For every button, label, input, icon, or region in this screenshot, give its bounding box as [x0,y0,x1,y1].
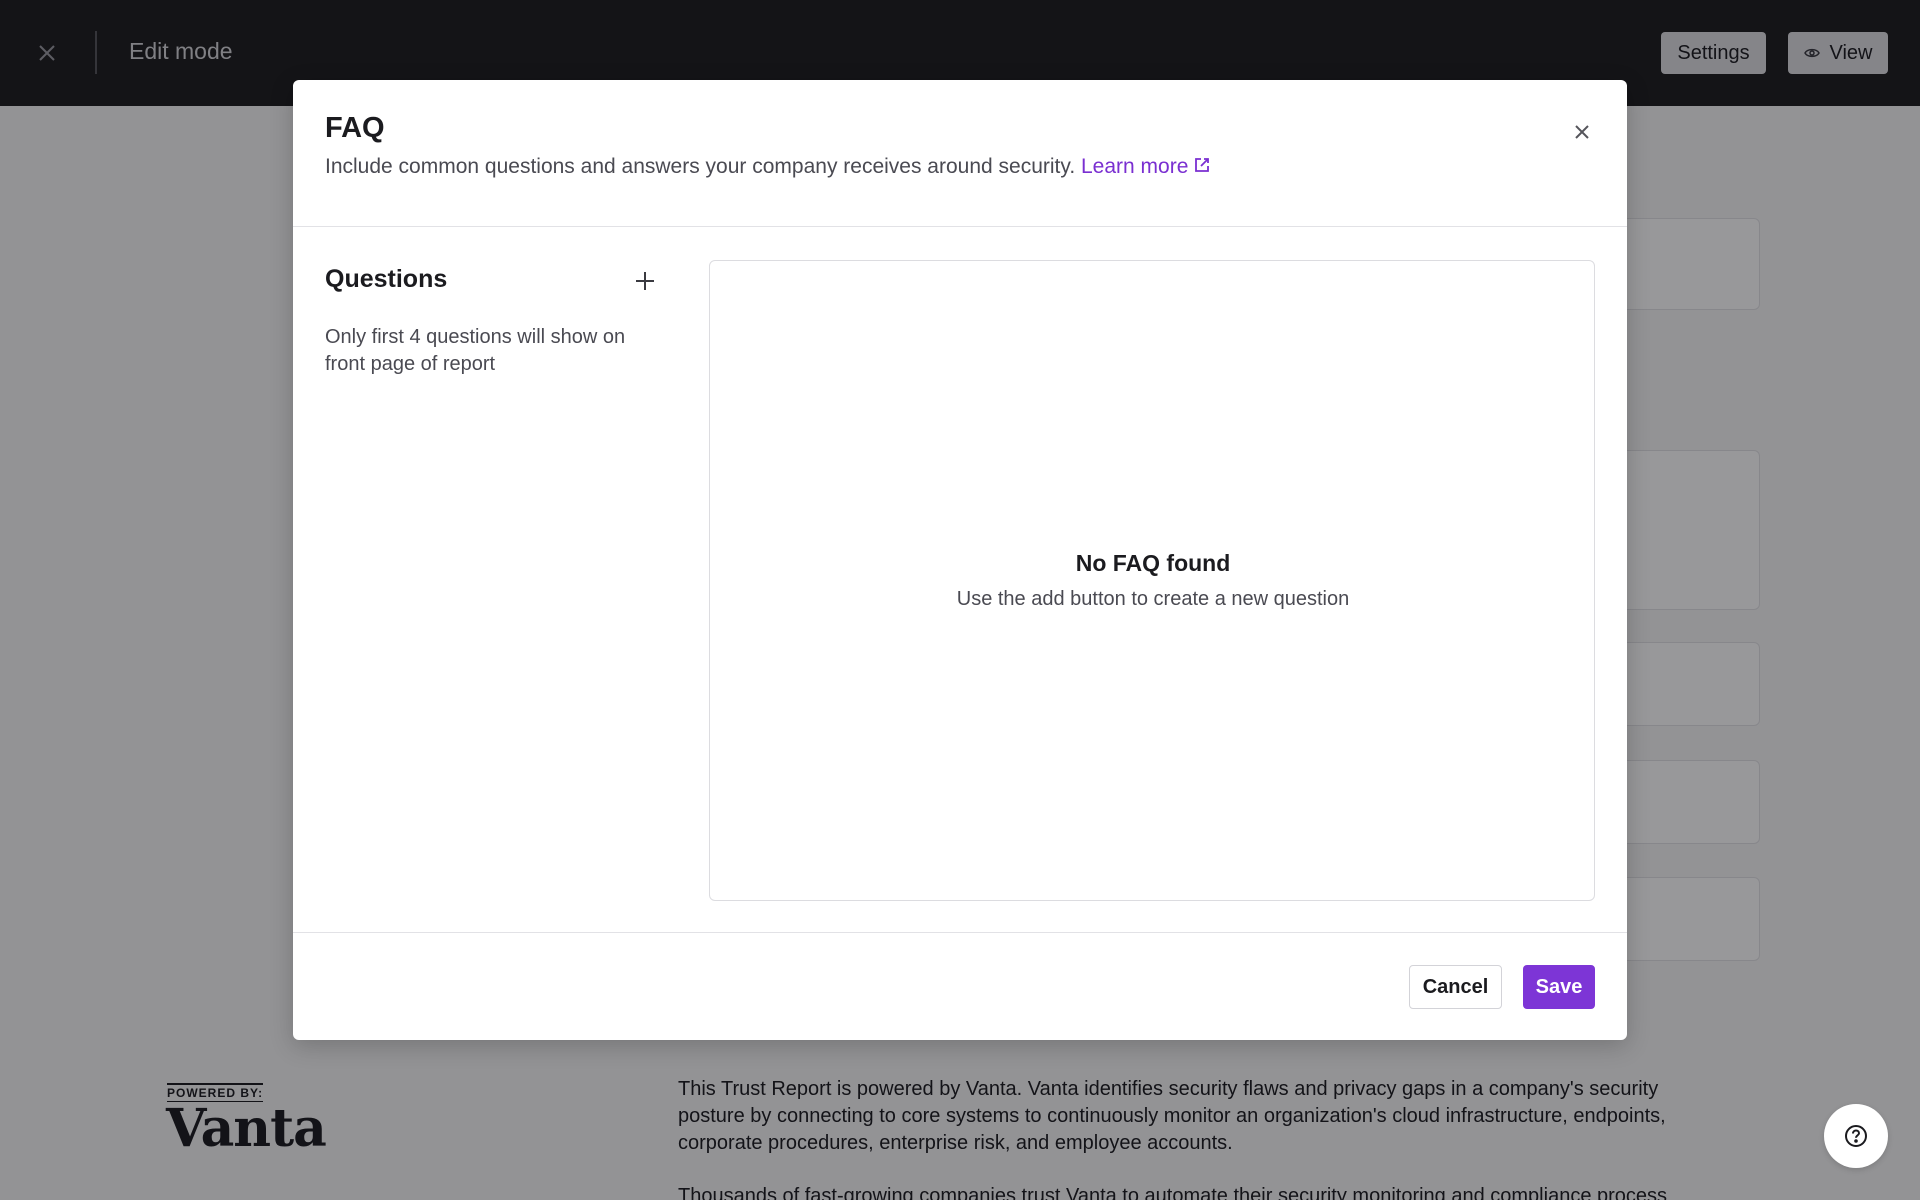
help-button[interactable] [1824,1104,1888,1168]
plus-icon[interactable] [631,267,659,295]
cancel-button[interactable]: Cancel [1409,965,1502,1009]
learn-more-link[interactable]: Learn more [1081,155,1211,178]
empty-title: No FAQ found [1075,550,1231,576]
close-icon[interactable] [1569,119,1595,145]
modal-description: Include common questions and answers you… [325,155,1211,179]
questions-heading: Questions [325,265,448,293]
faq-modal: FAQ Include common questions and answers… [293,80,1627,1040]
questions-hint: Only first 4 questions will show on fron… [325,326,626,375]
modal-title: FAQ [325,112,385,144]
description-text: Include common questions and answers you… [325,155,1076,178]
faq-empty-panel: No FAQ found Use the add button to creat… [709,260,1595,901]
modal-footer-divider [293,932,1627,933]
external-link-icon [1195,158,1210,172]
save-button[interactable]: Save [1523,965,1595,1009]
learn-more-label: Learn more [1081,155,1189,178]
modal-divider [293,226,1627,227]
help-icon [1845,1125,1867,1147]
empty-subtitle: Use the add button to create a new quest… [956,588,1350,610]
